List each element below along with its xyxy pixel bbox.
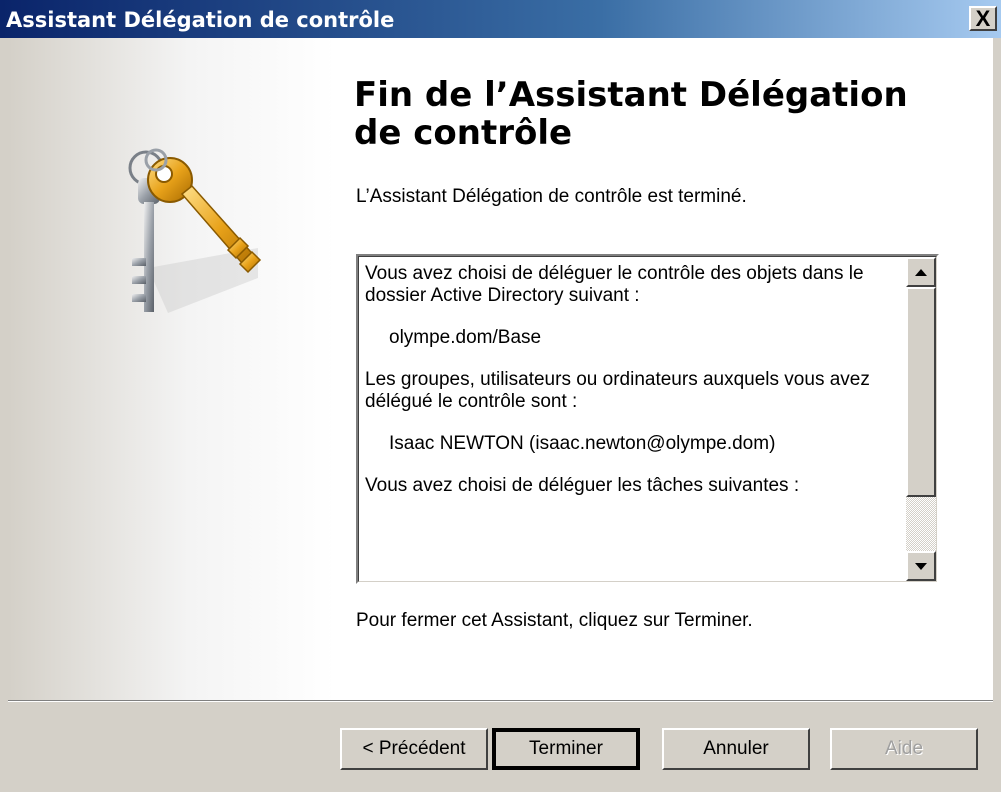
scroll-up-button[interactable] — [906, 257, 936, 287]
previous-button[interactable]: < Précédent — [340, 728, 488, 770]
finish-button[interactable]: Terminer — [492, 728, 640, 770]
summary-user: Isaac NEWTON (isaac.newton@olympe.dom) — [389, 433, 776, 454]
keys-icon — [128, 148, 262, 313]
close-button[interactable]: X — [969, 6, 997, 31]
separator — [8, 700, 993, 702]
summary-line-users-intro: Les groupes, utilisateurs ou ordinateurs… — [365, 369, 870, 412]
help-button[interactable]: Aide — [830, 728, 978, 770]
summary-textbox[interactable]: Vous avez choisi de déléguer le contrôle… — [356, 254, 939, 584]
page-title: Fin de l’Assistant Délégation de contrôl… — [354, 75, 908, 153]
wizard-content: Fin de l’Assistant Délégation de contrôl… — [336, 38, 993, 700]
vertical-scrollbar[interactable] — [906, 257, 936, 581]
close-icon: X — [975, 5, 991, 31]
scroll-thumb[interactable] — [906, 287, 936, 497]
window-title: Assistant Délégation de contrôle — [6, 8, 395, 32]
summary-line-tasks-intro: Vous avez choisi de déléguer les tâches … — [365, 475, 800, 496]
summary-line-folder-intro: Vous avez choisi de déléguer le contrôle… — [365, 263, 864, 306]
scroll-track[interactable] — [906, 497, 936, 551]
cancel-button[interactable]: Annuler — [662, 728, 810, 770]
wizard-side-panel — [8, 38, 336, 700]
wizard-window: Assistant Délégation de contrôle X Fin d… — [0, 0, 1001, 792]
title-bar: Assistant Délégation de contrôle X — [0, 0, 1001, 38]
summary-folder: olympe.dom/Base — [389, 327, 542, 348]
completion-message: L’Assistant Délégation de contrôle est t… — [356, 186, 747, 207]
scroll-down-button[interactable] — [906, 551, 936, 581]
summary-text: Vous avez choisi de déléguer le contrôle… — [365, 263, 905, 497]
closing-instruction: Pour fermer cet Assistant, cliquez sur T… — [356, 610, 753, 631]
arrow-up-icon — [915, 268, 927, 276]
arrow-down-icon — [915, 562, 927, 570]
